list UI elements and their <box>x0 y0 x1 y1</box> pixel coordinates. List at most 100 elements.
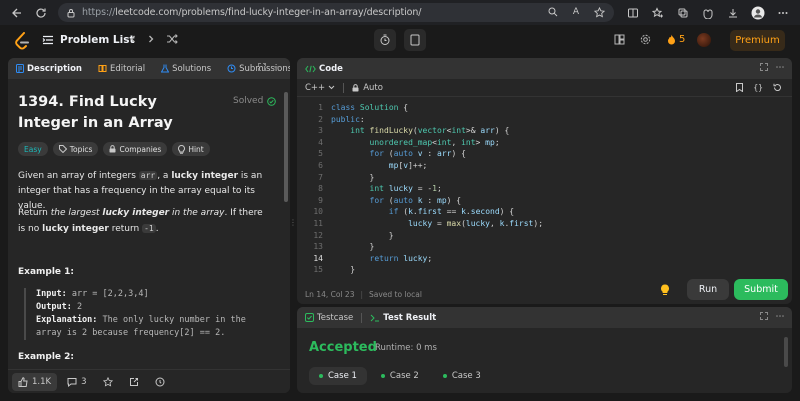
code-line: mp[v]++; <box>388 160 428 170</box>
tab-testcase[interactable]: Testcase <box>305 313 353 323</box>
star-icon <box>102 376 113 387</box>
comments-button[interactable]: 3 <box>61 373 92 391</box>
difficulty-badge[interactable]: Easy <box>18 142 48 156</box>
notes-button[interactable] <box>404 29 426 51</box>
thumbs-up-icon <box>18 376 28 387</box>
language-select[interactable]: C++ <box>305 83 335 93</box>
code-panel: Code C++ Auto {} 1 2 3 4 5 6 7 8 9 10 11… <box>297 58 792 304</box>
hint-tag[interactable]: Hint <box>172 142 210 156</box>
flask-icon <box>161 64 170 73</box>
lightbulb-icon[interactable] <box>660 284 670 296</box>
toolbar-divider <box>343 82 345 93</box>
case-1-tab[interactable]: Case 1 <box>309 367 367 385</box>
lock-icon <box>109 145 116 153</box>
profile-avatar-icon[interactable] <box>747 2 769 24</box>
leetcode-logo-icon[interactable] <box>14 32 30 50</box>
maximize-icon[interactable] <box>258 63 266 71</box>
maximize-icon[interactable] <box>760 63 768 71</box>
back-arrow-icon[interactable] <box>6 2 28 24</box>
like-count: 1.1K <box>32 376 52 387</box>
result-tabbar: Testcase Test Result <box>297 307 792 328</box>
favorites-icon[interactable] <box>647 2 669 24</box>
case-3-tab[interactable]: Case 3 <box>433 367 491 385</box>
bookmark-icon[interactable] <box>736 83 744 92</box>
result-panel: Testcase Test Result Accepted Runtime: 0… <box>297 307 792 393</box>
more-options-icon[interactable] <box>772 2 794 24</box>
prev-problem-icon[interactable] <box>128 34 138 44</box>
document-icon <box>16 64 24 73</box>
zoom-icon[interactable] <box>545 4 561 20</box>
tab-solutions[interactable]: Solutions <box>161 64 211 74</box>
code-editor[interactable]: 1 2 3 4 5 6 7 8 9 10 11 12 13 14 15 class Solution {pu… <box>297 102 792 274</box>
tag-row: Easy Topics Companies Hint <box>18 142 210 156</box>
tab-editorial-label: Editorial <box>109 63 146 74</box>
code-line: } <box>331 242 375 252</box>
favorite-star-icon[interactable] <box>591 4 607 20</box>
auto-mode[interactable]: Auto <box>352 83 383 93</box>
example-1-box: Input: arr = [2,2,3,4] Output: 2 Explana… <box>24 288 274 340</box>
panel-menu-icon[interactable] <box>274 63 282 71</box>
tab-description[interactable]: Description <box>16 64 82 74</box>
extensions-icon[interactable] <box>697 2 719 24</box>
tab-test-result-label: Test Result <box>383 312 437 323</box>
tag-icon <box>58 145 67 153</box>
description-footer: 1.1K 3 <box>8 369 290 393</box>
tab-test-result[interactable]: Test Result <box>370 313 436 323</box>
read-aloud-icon[interactable]: A <box>568 4 584 20</box>
address-bar[interactable]: https://leetcode.com/problems/find-lucky… <box>58 3 614 22</box>
settings-gear-icon[interactable] <box>640 34 651 45</box>
line-number: 7 <box>318 172 323 182</box>
hint-label: Hint <box>188 144 204 154</box>
reload-icon[interactable] <box>30 2 52 24</box>
shuffle-icon[interactable] <box>166 34 178 44</box>
user-avatar[interactable] <box>697 33 711 47</box>
run-button[interactable]: Run <box>687 279 729 300</box>
next-problem-icon[interactable] <box>146 34 156 44</box>
inline-code-arr: arr <box>138 171 158 180</box>
collections-icon[interactable] <box>672 2 694 24</box>
site-info-icon[interactable] <box>66 8 76 18</box>
terminal-icon <box>370 314 380 322</box>
line-number-gutter: 1 2 3 4 5 6 7 8 9 10 11 12 13 14 15 <box>303 102 323 276</box>
save-status: Saved to local <box>369 290 422 299</box>
panel-resize-handle[interactable]: ⋮ <box>289 215 297 229</box>
code-tabbar: Code <box>297 58 792 79</box>
panel-menu-icon[interactable] <box>776 63 784 71</box>
line-number: 12 <box>313 230 323 240</box>
tab-description-label: Description <box>27 63 82 74</box>
layout-icon[interactable] <box>614 34 625 45</box>
format-braces-icon[interactable]: {} <box>753 83 763 92</box>
result-scrollbar[interactable] <box>784 337 788 367</box>
topics-tag[interactable]: Topics <box>52 142 99 156</box>
companies-tag[interactable]: Companies <box>103 142 168 156</box>
line-number: 1 <box>318 103 323 112</box>
case-2-tab[interactable]: Case 2 <box>371 367 429 385</box>
tab-divider <box>361 312 363 323</box>
share-button[interactable] <box>123 373 145 391</box>
pass-dot <box>442 374 447 378</box>
description-scrollbar[interactable] <box>284 92 288 202</box>
code-content[interactable]: class Solution {public: int findLucky(ve… <box>331 102 543 276</box>
tab-editorial[interactable]: Editorial <box>98 64 145 74</box>
split-screen-icon[interactable] <box>622 2 644 24</box>
maximize-icon[interactable] <box>760 312 768 320</box>
line-number: 2 <box>318 114 323 124</box>
streak-counter[interactable]: 5 <box>667 34 685 45</box>
timer-button[interactable] <box>374 29 396 51</box>
panel-menu-icon[interactable] <box>776 312 784 320</box>
downloads-icon[interactable] <box>722 2 744 24</box>
like-button[interactable]: 1.1K <box>12 372 58 391</box>
lightbulb-icon <box>178 144 186 154</box>
favorite-button[interactable] <box>97 373 119 391</box>
tab-code-label: Code <box>319 63 343 74</box>
reset-icon[interactable] <box>773 83 782 92</box>
line-number: 8 <box>318 184 323 194</box>
code-line: return lucky; <box>369 253 433 263</box>
submit-button[interactable]: Submit <box>734 279 788 300</box>
feedback-button[interactable] <box>149 373 171 391</box>
line-number: 15 <box>313 265 323 275</box>
problem-list-link[interactable]: Problem List <box>42 34 134 46</box>
tab-code[interactable]: Code <box>305 64 343 74</box>
premium-button[interactable]: Premium <box>730 30 785 51</box>
line-number: 5 <box>318 149 323 159</box>
